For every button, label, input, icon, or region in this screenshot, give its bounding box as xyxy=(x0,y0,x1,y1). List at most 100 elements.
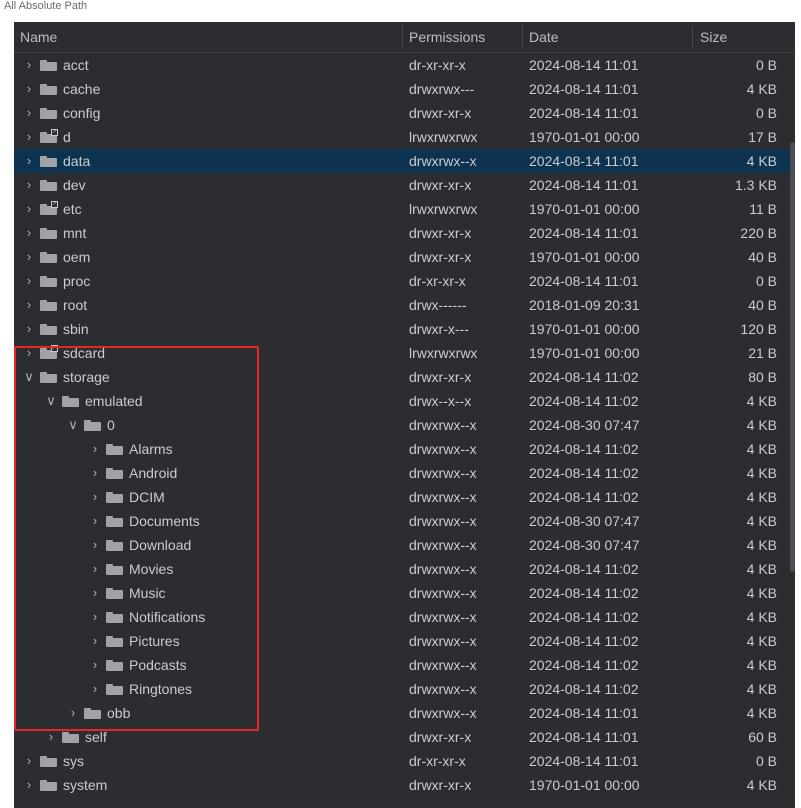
file-permissions: drwxrwx--x xyxy=(409,681,477,697)
tree-row[interactable]: › oem drwxr-xr-x 1970-01-01 00:00 40 B xyxy=(14,245,795,269)
tree-row[interactable]: › system drwxr-xr-x 1970-01-01 00:00 4 KB xyxy=(14,773,795,797)
file-date: 2024-08-14 11:02 xyxy=(529,561,639,577)
file-size: 4 KB xyxy=(746,657,777,673)
folder-icon xyxy=(40,108,57,119)
file-permissions: drwxr-xr-x xyxy=(409,249,472,265)
folder-icon xyxy=(40,228,57,239)
file-permissions: drwx------ xyxy=(409,297,467,313)
chevron-right-icon[interactable]: › xyxy=(22,293,36,317)
column-permissions[interactable]: Permissions xyxy=(409,22,519,52)
chevron-right-icon[interactable]: › xyxy=(22,317,36,341)
file-date: 2024-08-14 11:02 xyxy=(529,441,639,457)
file-size: 80 B xyxy=(748,369,777,385)
tree-row[interactable]: › acct dr-xr-xr-x 2024-08-14 11:01 0 B xyxy=(14,53,795,77)
file-name: sbin xyxy=(63,321,89,337)
file-permissions: dr-xr-xr-x xyxy=(409,57,466,73)
file-date: 1970-01-01 00:00 xyxy=(529,345,640,361)
file-date: 2024-08-14 11:02 xyxy=(529,369,639,385)
folder-icon xyxy=(40,324,57,335)
chevron-right-icon[interactable]: › xyxy=(22,173,36,197)
column-name[interactable]: Name xyxy=(20,22,400,52)
tree-row[interactable]: › cache drwxrwx--- 2024-08-14 11:01 4 KB xyxy=(14,77,795,101)
file-permissions: dr-xr-xr-x xyxy=(409,273,466,289)
chevron-right-icon[interactable]: › xyxy=(22,53,36,77)
file-permissions: dr-xr-xr-x xyxy=(409,753,466,769)
file-size: 4 KB xyxy=(746,705,777,721)
file-size: 220 B xyxy=(740,225,777,241)
file-permissions: drwxr-x--- xyxy=(409,321,469,337)
file-size: 0 B xyxy=(755,753,777,769)
tree-row[interactable]: › ↗ etc lrwxrwxrwx 1970-01-01 00:00 11 B xyxy=(14,197,795,221)
file-size: 4 KB xyxy=(746,585,777,601)
file-size: 4 KB xyxy=(746,81,777,97)
file-permissions: drwxrwx--x xyxy=(409,417,477,433)
chevron-right-icon[interactable]: › xyxy=(22,197,36,221)
chevron-right-icon[interactable]: › xyxy=(22,773,36,797)
chevron-right-icon[interactable]: › xyxy=(22,149,36,173)
chevron-right-icon[interactable]: › xyxy=(22,221,36,245)
file-size: 1.3 KB xyxy=(734,177,777,193)
tree-row[interactable]: › ↗ d lrwxrwxrwx 1970-01-01 00:00 17 B xyxy=(14,125,795,149)
tree-row[interactable]: › data drwxrwx--x 2024-08-14 11:01 4 KB xyxy=(14,149,795,173)
file-permissions: drwxrwx--x xyxy=(409,657,477,673)
file-name: oem xyxy=(63,249,91,265)
file-date: 2024-08-14 11:01 xyxy=(529,729,639,745)
folder-icon xyxy=(40,756,57,767)
file-size: 4 KB xyxy=(746,537,777,553)
file-date: 2024-08-30 07:47 xyxy=(529,537,640,553)
chevron-right-icon[interactable]: › xyxy=(22,77,36,101)
file-permissions: drwxr-xr-x xyxy=(409,177,472,193)
file-name: d xyxy=(63,129,71,145)
file-size: 4 KB xyxy=(746,153,777,169)
column-separator[interactable] xyxy=(402,26,403,48)
column-separator[interactable] xyxy=(692,26,693,48)
file-permissions: drwxrwx--x xyxy=(409,513,477,529)
vertical-scrollbar[interactable] xyxy=(790,142,795,572)
file-date: 2024-08-14 11:01 xyxy=(529,705,639,721)
file-size: 60 B xyxy=(748,729,777,745)
file-permissions: drwx--x--x xyxy=(409,393,472,409)
file-size: 4 KB xyxy=(746,393,777,409)
column-date[interactable]: Date xyxy=(529,22,689,52)
file-size: 4 KB xyxy=(746,465,777,481)
tree-row[interactable]: › sys dr-xr-xr-x 2024-08-14 11:01 0 B xyxy=(14,749,795,773)
file-name: etc xyxy=(63,201,82,217)
tree-row[interactable]: › config drwxr-xr-x 2024-08-14 11:01 0 B xyxy=(14,101,795,125)
file-name: sys xyxy=(63,753,84,769)
file-size: 4 KB xyxy=(746,633,777,649)
file-name: dev xyxy=(63,177,86,193)
chevron-right-icon[interactable]: › xyxy=(22,749,36,773)
tree-row[interactable]: › root drwx------ 2018-01-09 20:31 40 B xyxy=(14,293,795,317)
file-name: cache xyxy=(63,81,101,97)
file-date: 2024-08-14 11:02 xyxy=(529,609,639,625)
tree-row[interactable]: › dev drwxr-xr-x 2024-08-14 11:01 1.3 KB xyxy=(14,173,795,197)
highlight-box xyxy=(14,346,259,731)
chevron-right-icon[interactable]: › xyxy=(22,101,36,125)
file-size: 4 KB xyxy=(746,513,777,529)
file-permissions: drwxrwx--x xyxy=(409,489,477,505)
file-date: 2024-08-14 11:01 xyxy=(529,753,639,769)
file-permissions: drwxr-xr-x xyxy=(409,225,472,241)
file-size: 4 KB xyxy=(746,561,777,577)
chevron-right-icon[interactable]: › xyxy=(22,245,36,269)
file-date: 2024-08-14 11:02 xyxy=(529,393,639,409)
file-date: 2024-08-14 11:01 xyxy=(529,81,639,97)
chevron-right-icon[interactable]: › xyxy=(22,125,36,149)
file-permissions: lrwxrwxrwx xyxy=(409,129,478,145)
file-permissions: drwxrwx--x xyxy=(409,609,477,625)
column-separator[interactable] xyxy=(522,26,523,48)
tree-row[interactable]: › proc dr-xr-xr-x 2024-08-14 11:01 0 B xyxy=(14,269,795,293)
file-permissions: drwxrwx--x xyxy=(409,633,477,649)
folder-icon xyxy=(40,84,57,95)
file-size: 4 KB xyxy=(746,777,777,793)
folder-icon xyxy=(40,60,57,71)
tree-row[interactable]: › mnt drwxr-xr-x 2024-08-14 11:01 220 B xyxy=(14,221,795,245)
file-date: 2024-08-14 11:01 xyxy=(529,273,639,289)
file-size: 40 B xyxy=(748,297,777,313)
chevron-right-icon[interactable]: › xyxy=(22,269,36,293)
file-size: 4 KB xyxy=(746,609,777,625)
folder-icon xyxy=(40,180,57,191)
column-size[interactable]: Size xyxy=(700,22,790,52)
file-date: 2024-08-14 11:01 xyxy=(529,105,639,121)
tree-row[interactable]: › sbin drwxr-x--- 1970-01-01 00:00 120 B xyxy=(14,317,795,341)
